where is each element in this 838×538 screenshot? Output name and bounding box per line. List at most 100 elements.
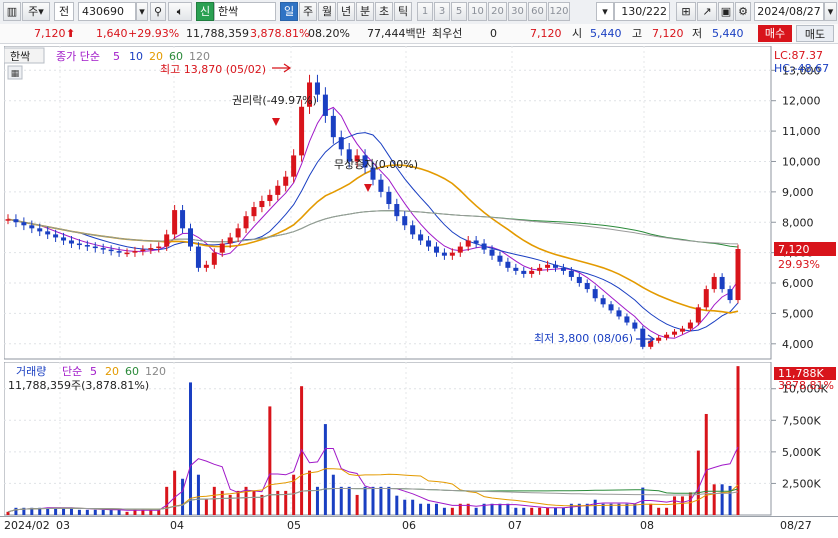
volume-bar (387, 486, 391, 515)
buy-button[interactable]: 매수 (758, 25, 792, 42)
gear-icon[interactable]: ⚙ (735, 2, 751, 21)
volume-bar (546, 507, 550, 515)
volume-bar (363, 486, 367, 515)
candle-body (727, 289, 733, 301)
period-button-1[interactable]: 주 (299, 2, 317, 21)
candle-body (402, 216, 408, 226)
period-button-3[interactable]: 년 (337, 2, 355, 21)
minute-button-5[interactable]: 5 (451, 2, 467, 21)
high-annotation: 최고 13,870 (05/02) (160, 63, 266, 76)
minute-button-10[interactable]: 10 (468, 2, 487, 21)
favorite-label: 최우선 (432, 27, 463, 40)
minute-button-20[interactable]: 20 (488, 2, 507, 21)
volume-bar (196, 474, 200, 515)
candle-body (695, 307, 701, 323)
candle-body (68, 240, 74, 244)
candle-body (497, 255, 503, 262)
minute-button-60[interactable]: 60 (528, 2, 547, 21)
volume-bar (252, 490, 256, 515)
period-button-5[interactable]: 초 (375, 2, 393, 21)
volume-bar (427, 503, 431, 515)
x-label-aug: 08 (640, 519, 654, 532)
candle-body (188, 228, 193, 247)
volume-bar (125, 511, 129, 515)
volume-bar (688, 492, 692, 515)
candle-body (29, 225, 35, 229)
hc-label: HC:-48.67 (774, 62, 829, 75)
volume-bar (696, 450, 700, 515)
volume-bar (442, 507, 446, 515)
volume-summary: 11,788,359주(3,878.81%) (8, 379, 149, 392)
minute-button-1[interactable]: 1 (417, 2, 433, 21)
volume-bar (85, 509, 89, 515)
period-button-2[interactable]: 월 (318, 2, 336, 21)
candle-body (410, 225, 416, 235)
minute-button-30[interactable]: 30 (508, 2, 527, 21)
grid-icon[interactable]: ⊞ (676, 2, 696, 21)
price-tick-label: 8,000 (782, 216, 814, 229)
candle-body (180, 210, 186, 229)
candle-body (195, 246, 201, 268)
candle-body (227, 237, 233, 244)
period-button-6[interactable]: 틱 (394, 2, 412, 21)
favorite-value: 0 (490, 27, 497, 40)
high-label: 고 (632, 27, 643, 40)
save-icon[interactable]: ▣ (718, 2, 734, 21)
volume-bar (109, 509, 113, 515)
volume-pct-tag: 3878.81% (778, 379, 834, 392)
volume-tick-label: 5,000K (782, 446, 821, 459)
price-tick-label: 10,000 (782, 155, 821, 168)
trend-icon[interactable]: ↗ (697, 2, 717, 21)
candle-body (156, 246, 162, 249)
volume-bar (720, 484, 724, 515)
quote-bar: 7,120 ⬆ 1,640 +29.93% 11,788,359 3,878.8… (0, 24, 838, 44)
minute-button-120[interactable]: 120 (548, 2, 570, 21)
volume-tick-label: 7,500K (782, 414, 821, 427)
count-dropdown-icon[interactable]: ▾ (596, 2, 614, 21)
volume-bar (665, 507, 669, 515)
candle-body (92, 246, 98, 249)
price-change: 1,640 (96, 27, 128, 40)
minute-button-3[interactable]: 3 (434, 2, 450, 21)
candle-body (5, 219, 11, 221)
x-label-jun: 06 (402, 519, 416, 532)
code-dropdown-icon[interactable]: ▾ (136, 2, 148, 21)
price-chart[interactable]: 13,00012,00011,00010,0009,0008,0007,0006… (4, 46, 838, 360)
ma60-label: 60 (169, 50, 183, 63)
stock-code-input[interactable]: 430690 (78, 2, 136, 21)
period-button-0[interactable]: 일 (280, 2, 298, 21)
current-price-tag: 7,120 (778, 243, 810, 256)
candle-body (449, 252, 455, 256)
candle-body (100, 248, 106, 250)
candle-body (164, 234, 170, 247)
low-annotation: 최저 3,800 (08/06) (534, 332, 633, 345)
candle-body (711, 276, 717, 290)
search-icon[interactable]: ⚲ (150, 2, 166, 21)
volume-percent: 3,878.81% (250, 27, 310, 40)
volume-bar (474, 507, 478, 515)
volume-bar (331, 474, 335, 515)
stock-name-field[interactable]: 한싹 (214, 2, 276, 21)
volume-bar (736, 366, 740, 515)
count-value: 130 (621, 5, 643, 18)
chart-menu-icon[interactable]: ▥ (3, 2, 21, 21)
volume-bar (649, 503, 653, 515)
candle-body (441, 252, 447, 256)
period-button-4[interactable]: 분 (356, 2, 374, 21)
sell-button[interactable]: 매도 (796, 25, 834, 42)
candle-body (433, 246, 439, 253)
volume-bar (530, 507, 534, 515)
volume-bar (77, 509, 81, 515)
open-label: 시 (572, 27, 583, 40)
candle-body (386, 191, 392, 205)
volume-chart[interactable]: 10,000K7,500K5,000K2,500K 거래량 단순 5 20 60… (4, 362, 838, 516)
date-field[interactable]: 2024/08/27 (754, 2, 824, 21)
candle-body (124, 252, 130, 255)
vma120-label: 120 (145, 365, 166, 378)
open-price: 5,440 (590, 27, 622, 40)
market-select[interactable]: 주▾ (22, 2, 50, 21)
sound-icon[interactable]: 🔈︎ (168, 2, 192, 21)
calendar-dropdown-icon[interactable]: ▾ (824, 2, 837, 21)
volume-bar (419, 503, 423, 515)
x-label-end: 08/27 (780, 519, 812, 532)
